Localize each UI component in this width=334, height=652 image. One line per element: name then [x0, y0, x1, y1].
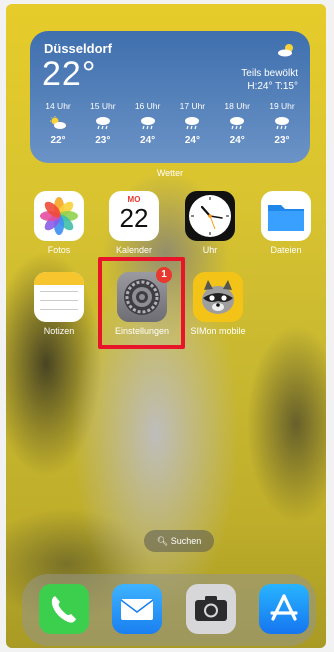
- app-store-icon: [259, 584, 309, 634]
- phone-icon: [39, 584, 89, 634]
- forecast-temp: 24°: [140, 135, 156, 146]
- raccoon-icon: [193, 272, 243, 322]
- dock-app-camera[interactable]: [181, 584, 241, 634]
- weather-city: Düsseldorf: [44, 41, 112, 56]
- notes-icon: [34, 272, 84, 322]
- clock-icon: [185, 191, 235, 241]
- weather-widget[interactable]: Düsseldorf 22° Teils bewölkt H:24° T:15°…: [30, 31, 310, 163]
- search-label: Suchen: [170, 536, 202, 546]
- partly-cloudy-icon: [50, 116, 66, 129]
- app-uhr[interactable]: Uhr: [180, 191, 240, 255]
- rain-icon: [230, 117, 245, 130]
- calendar-day: 22: [119, 203, 149, 233]
- forecast-temp: 23°: [95, 135, 111, 146]
- forecast-time: 18 Uhr: [224, 101, 250, 111]
- partly-cloudy-icon: [278, 44, 293, 57]
- app-simon-mobile[interactable]: SIMon mobile: [188, 272, 248, 336]
- search-icon: 🔍︎: [156, 536, 169, 546]
- forecast-temp: 24°: [184, 135, 200, 146]
- home-screen: Düsseldorf 22° Teils bewölkt H:24° T:15°…: [6, 4, 326, 648]
- calendar-icon: MO 22: [109, 191, 159, 241]
- forecast-hour: 19 Uhr 23°: [260, 101, 304, 146]
- app-label: Uhr: [202, 245, 218, 255]
- photos-icon: [34, 191, 84, 241]
- dock-app-app-store[interactable]: [254, 584, 314, 634]
- app-notizen[interactable]: Notizen: [29, 272, 89, 336]
- rain-icon: [140, 117, 155, 130]
- app-label: Kalender: [115, 245, 153, 255]
- rain-icon: [274, 117, 289, 130]
- rain-icon: [185, 117, 200, 130]
- forecast-temp: 24°: [229, 135, 245, 146]
- forecast-temp: 23°: [274, 135, 290, 146]
- forecast-hour: 15 Uhr 23°: [81, 101, 125, 146]
- dock-app-phone[interactable]: [34, 584, 94, 634]
- camera-icon: [186, 584, 236, 634]
- app-label: SIMon mobile: [190, 326, 246, 336]
- app-fotos[interactable]: Fotos: [29, 191, 89, 255]
- forecast-time: 19 Uhr: [269, 101, 295, 111]
- forecast-hour: 16 Uhr 24°: [126, 101, 170, 146]
- forecast-temp: 22°: [50, 135, 66, 146]
- dock: [22, 574, 316, 646]
- rain-icon: [95, 117, 110, 130]
- weather-widget-label: Wetter: [156, 168, 184, 178]
- weather-temperature: 22°: [42, 55, 97, 93]
- dock-app-mail[interactable]: [107, 584, 167, 634]
- app-label: Dateien: [270, 245, 302, 255]
- forecast-hour: 18 Uhr 24°: [215, 101, 259, 146]
- forecast-hour: 17 Uhr 24°: [170, 101, 214, 146]
- search-button[interactable]: 🔍︎ Suchen: [144, 530, 214, 552]
- app-kalender[interactable]: MO 22 Kalender: [104, 191, 164, 255]
- forecast-time: 16 Uhr: [134, 101, 161, 111]
- hourly-forecast: 14 Uhr 22° 15 Uhr 23° 16 Uhr 24° 17 Uhr …: [36, 101, 304, 146]
- files-icon: [261, 191, 311, 241]
- highlight-box: [98, 257, 185, 349]
- app-dateien[interactable]: Dateien: [256, 191, 316, 255]
- app-label: Notizen: [43, 326, 75, 336]
- weather-high-low: H:24° T:15°: [247, 81, 298, 92]
- app-label: Fotos: [47, 245, 71, 255]
- forecast-time: 15 Uhr: [90, 101, 116, 111]
- forecast-time: 14 Uhr: [45, 101, 71, 111]
- forecast-hour: 14 Uhr 22°: [36, 101, 80, 146]
- forecast-time: 17 Uhr: [179, 101, 206, 111]
- weather-condition: Teils bewölkt: [241, 68, 298, 79]
- mail-icon: [112, 584, 162, 634]
